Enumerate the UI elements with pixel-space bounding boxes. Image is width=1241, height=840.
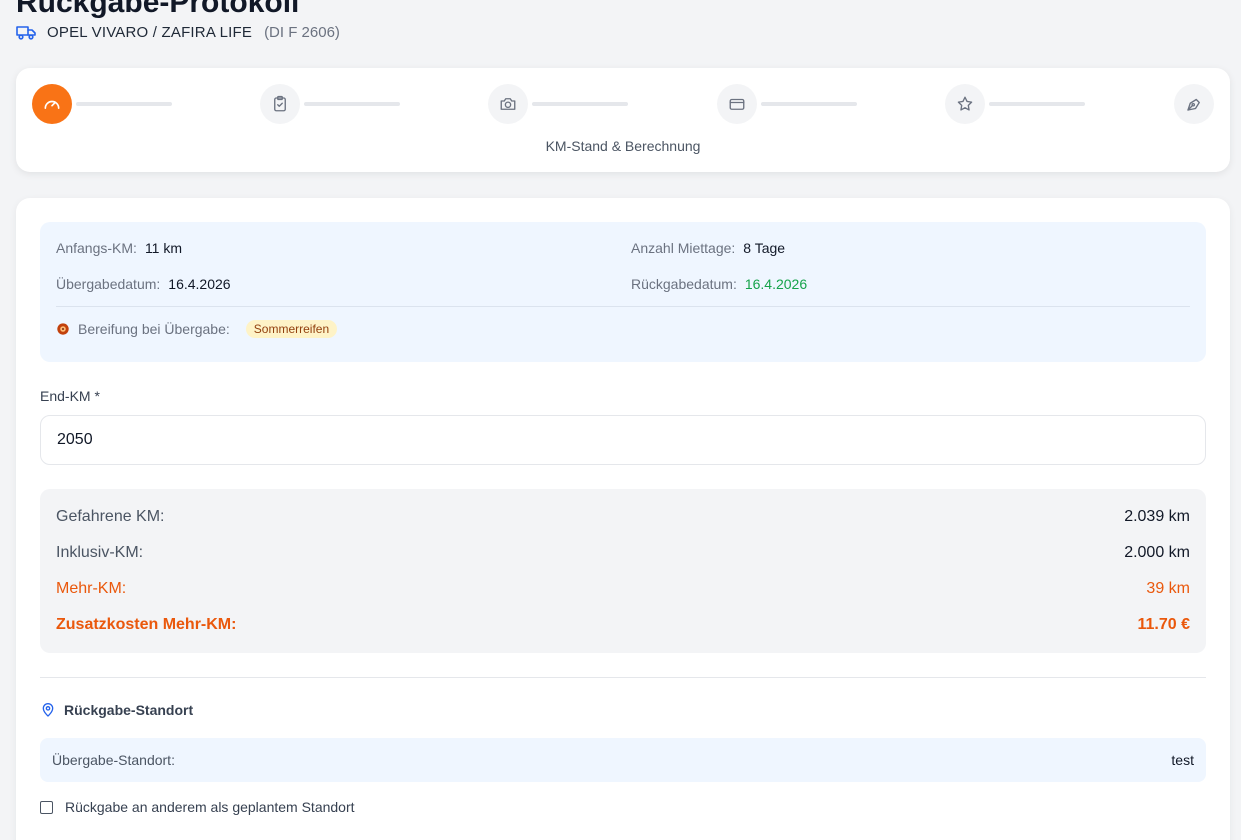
handover-date-label: Übergabedatum: — [56, 276, 161, 292]
other-location-option[interactable]: Rückgabe an anderem als geplantem Stando… — [40, 799, 355, 815]
driven-km-label: Gefahrene KM: — [56, 508, 165, 525]
camera-icon — [500, 98, 516, 110]
stepper: KM-Stand & Berechnung — [16, 68, 1230, 172]
return-date-label: Rückgabedatum: — [631, 276, 737, 292]
vehicle-plate: (DI F 2606) — [264, 23, 340, 41]
start-km-row: Anfangs-KM: 11 km — [56, 240, 182, 256]
included-km-value: 2.000 km — [1124, 544, 1190, 561]
return-date-row: Rückgabedatum: 16.4.2026 — [631, 276, 807, 292]
end-km-input[interactable] — [40, 415, 1206, 465]
tires-label: Bereifung bei Übergabe: — [78, 321, 230, 337]
rental-days-value: 8 Tage — [743, 240, 786, 256]
end-km-label: End-KM * — [40, 388, 100, 404]
step-connector — [76, 102, 172, 106]
clipboard-check-icon — [274, 95, 286, 112]
included-km-row: Inklusiv-KM: 2.000 km — [56, 542, 1190, 564]
handover-date-row: Übergabedatum: 16.4.2026 — [56, 276, 231, 292]
tire-icon — [57, 323, 69, 335]
step-connector — [304, 102, 400, 106]
star-icon — [957, 96, 973, 111]
km-calculation-box: Gefahrene KM: 2.039 km Inklusiv-KM: 2.00… — [40, 489, 1206, 653]
current-step-label: KM-Stand & Berechnung — [545, 138, 701, 154]
extra-cost-row: Zusatzkosten Mehr-KM: 11.70 € — [56, 614, 1190, 636]
extra-cost-value: 11.70 € — [1137, 616, 1191, 633]
tires-row: Bereifung bei Übergabe: Sommerreifen — [56, 320, 338, 338]
page-title: Rückgabe-Protokoll — [16, 0, 300, 19]
other-location-label: Rückgabe an anderem als geplantem Stando… — [65, 799, 355, 815]
return-location-title-text: Rückgabe-Standort — [64, 702, 194, 718]
credit-card-icon — [729, 98, 745, 110]
included-km-label: Inklusiv-KM: — [56, 544, 144, 561]
extra-cost-label: Zusatzkosten Mehr-KM: — [56, 616, 237, 633]
step-signature[interactable] — [1174, 84, 1214, 124]
other-location-checkbox[interactable] — [40, 800, 53, 814]
step-connector — [989, 102, 1085, 106]
driven-km-value: 2.039 km — [1124, 508, 1190, 525]
handover-date-value: 16.4.2026 — [168, 276, 231, 292]
step-checklist[interactable] — [260, 84, 300, 124]
info-divider — [56, 306, 1190, 307]
extra-km-row: Mehr-KM: 39 km — [56, 578, 1190, 600]
start-km-label: Anfangs-KM: — [56, 240, 137, 256]
handover-location-label: Übergabe-Standort: — [52, 752, 175, 768]
extra-km-label: Mehr-KM: — [56, 580, 127, 597]
main-card: Anfangs-KM: 11 km Anzahl Miettage: 8 Tag… — [16, 198, 1230, 840]
tires-badge: Sommerreifen — [245, 320, 338, 338]
rental-days-row: Anzahl Miettage: 8 Tage — [631, 240, 785, 256]
return-location-title: Rückgabe-Standort — [40, 702, 193, 718]
step-rating[interactable] — [945, 84, 985, 124]
truck-icon — [16, 23, 36, 41]
step-payment[interactable] — [717, 84, 757, 124]
vehicle-line: OPEL VIVARO / ZAFIRA LIFE (DI F 2606) — [16, 22, 340, 42]
return-date-value: 16.4.2026 — [744, 276, 808, 292]
speedometer-icon — [44, 100, 60, 109]
step-photos[interactable] — [488, 84, 528, 124]
rental-days-label: Anzahl Miettage: — [631, 240, 736, 256]
step-km-speedometer[interactable] — [32, 84, 72, 124]
rental-info-box: Anfangs-KM: 11 km Anzahl Miettage: 8 Tag… — [40, 222, 1206, 362]
start-km-value: 11 km — [144, 240, 183, 256]
extra-km-value: 39 km — [1146, 580, 1190, 597]
driven-km-row: Gefahrene KM: 2.039 km — [56, 506, 1190, 528]
map-pin-icon — [42, 703, 54, 717]
vehicle-name: OPEL VIVARO / ZAFIRA LIFE — [47, 23, 253, 41]
handover-location-box: Übergabe-Standort: test — [40, 738, 1206, 782]
section-divider — [40, 677, 1206, 678]
handover-location-value: test — [1171, 752, 1194, 768]
signature-pen-icon — [1187, 98, 1200, 111]
step-connector — [761, 102, 857, 106]
step-connector — [532, 102, 628, 106]
